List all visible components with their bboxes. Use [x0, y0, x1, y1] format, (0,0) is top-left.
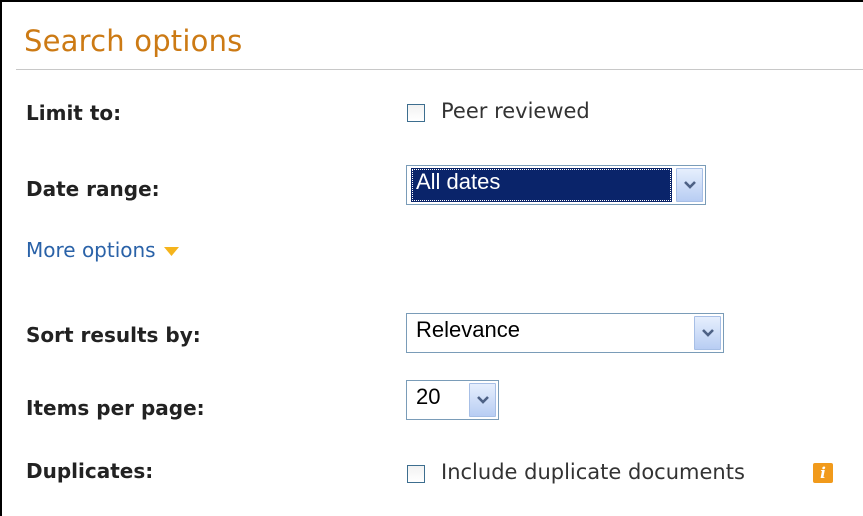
chevron-down-icon: [701, 329, 714, 337]
title-divider: [16, 69, 863, 70]
date-range-dropdown-button[interactable]: [676, 168, 703, 202]
items-per-page-select[interactable]: 20: [406, 380, 499, 420]
info-icon[interactable]: i: [813, 463, 833, 483]
limit-to-label: Limit to:: [26, 101, 122, 125]
date-range-label: Date range:: [26, 177, 160, 201]
date-range-value: All dates: [411, 168, 672, 202]
more-options-label: More options: [26, 238, 156, 262]
sort-results-value: Relevance: [416, 317, 520, 342]
include-duplicates-label[interactable]: Include duplicate documents: [441, 460, 745, 484]
peer-reviewed-checkbox[interactable]: [407, 104, 425, 122]
panel-title: Search options: [24, 24, 243, 58]
items-per-page-value: 20: [416, 384, 441, 409]
chevron-down-icon: [683, 181, 696, 189]
triangle-down-icon: [163, 237, 179, 261]
items-per-page-label: Items per page:: [26, 396, 205, 420]
peer-reviewed-label[interactable]: Peer reviewed: [441, 99, 590, 123]
sort-results-select[interactable]: Relevance: [406, 313, 724, 353]
more-options-link[interactable]: More options: [26, 238, 179, 262]
duplicates-label: Duplicates:: [26, 459, 154, 483]
sort-results-label: Sort results by:: [26, 323, 201, 347]
chevron-down-icon: [476, 396, 489, 404]
items-per-page-dropdown-button[interactable]: [469, 383, 496, 417]
date-range-select[interactable]: All dates: [406, 165, 706, 205]
search-options-panel: Search options Limit to: Peer reviewed D…: [0, 0, 863, 516]
sort-results-dropdown-button[interactable]: [694, 316, 721, 350]
include-duplicates-checkbox[interactable]: [407, 465, 425, 483]
